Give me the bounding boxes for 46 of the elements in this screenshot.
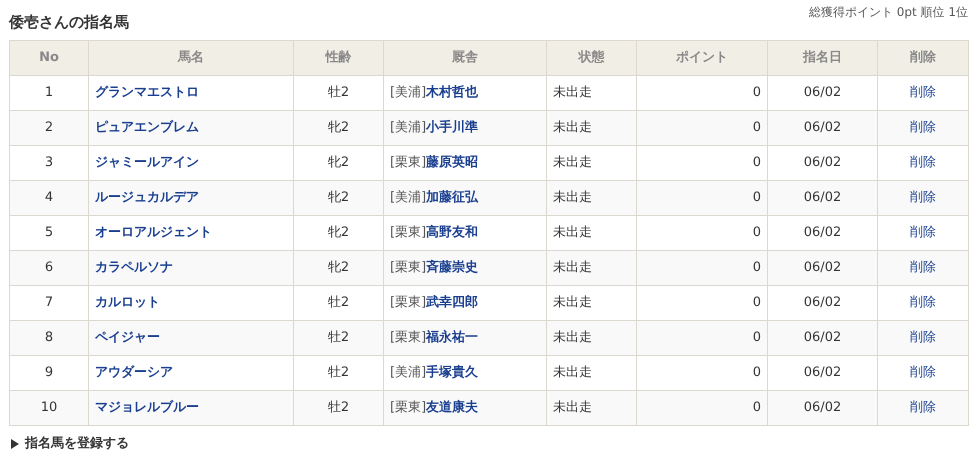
- trainer-link[interactable]: 加藤征弘: [426, 190, 478, 206]
- trainer-link[interactable]: 福永祐一: [426, 330, 478, 346]
- delete-link[interactable]: 削除: [910, 400, 936, 416]
- trainer-link[interactable]: 武幸四郎: [426, 295, 478, 310]
- stable-region: [栗東]: [390, 295, 426, 310]
- column-header: No: [10, 40, 88, 76]
- stable-region: [栗東]: [390, 400, 426, 416]
- trainer-link[interactable]: 小手川準: [426, 120, 478, 136]
- sex-age-cell: 牡2: [294, 390, 384, 426]
- stable-region: [美浦]: [390, 120, 426, 136]
- delete-link[interactable]: 削除: [910, 190, 936, 206]
- delete-link[interactable]: 削除: [910, 225, 936, 240]
- horse-link[interactable]: アウダーシア: [95, 365, 173, 380]
- horse-link[interactable]: カルロット: [95, 295, 160, 310]
- stable-region: [美浦]: [390, 190, 426, 206]
- points-summary: 総獲得ポイント 0pt 順位 1位: [808, 6, 968, 18]
- trainer-link[interactable]: 木村哲也: [426, 85, 478, 100]
- delete-link[interactable]: 削除: [910, 155, 936, 170]
- status-cell: 未出走: [546, 390, 636, 426]
- trainer-link[interactable]: 藤原英昭: [426, 155, 478, 170]
- stable-region: [栗東]: [390, 155, 426, 170]
- column-header: 馬名: [88, 40, 294, 76]
- stable-region: [美浦]: [390, 85, 426, 100]
- stable-region: [美浦]: [390, 365, 426, 380]
- delete-link[interactable]: 削除: [910, 85, 936, 100]
- delete-link[interactable]: 削除: [910, 365, 936, 380]
- trainer-link[interactable]: 高野友和: [426, 225, 478, 240]
- horse-link[interactable]: カラペルソナ: [95, 260, 173, 276]
- trainer-link[interactable]: 斉藤崇史: [426, 260, 478, 276]
- delete-link[interactable]: 削除: [910, 295, 936, 310]
- stable-region: [栗東]: [390, 260, 426, 276]
- delete-link[interactable]: 削除: [910, 120, 936, 136]
- triangle-icon: [11, 438, 19, 449]
- column-header: 厩舎: [384, 40, 546, 76]
- page-title: 倭壱さんの指名馬: [9, 15, 129, 30]
- horse-link[interactable]: ペイジャー: [95, 330, 160, 346]
- delete-link[interactable]: 削除: [910, 260, 936, 276]
- trainer-link[interactable]: 友道康夫: [426, 400, 478, 416]
- trainer-link[interactable]: 手塚貴久: [426, 365, 478, 380]
- register-link[interactable]: 指名馬を登録する: [25, 434, 129, 454]
- date-cell: 06/02: [768, 390, 878, 426]
- stable-region: [栗東]: [390, 330, 426, 346]
- delete-link[interactable]: 削除: [910, 330, 936, 346]
- points-cell: 0: [636, 390, 768, 426]
- row-number: 10: [10, 390, 88, 426]
- stable-region: [栗東]: [390, 225, 426, 240]
